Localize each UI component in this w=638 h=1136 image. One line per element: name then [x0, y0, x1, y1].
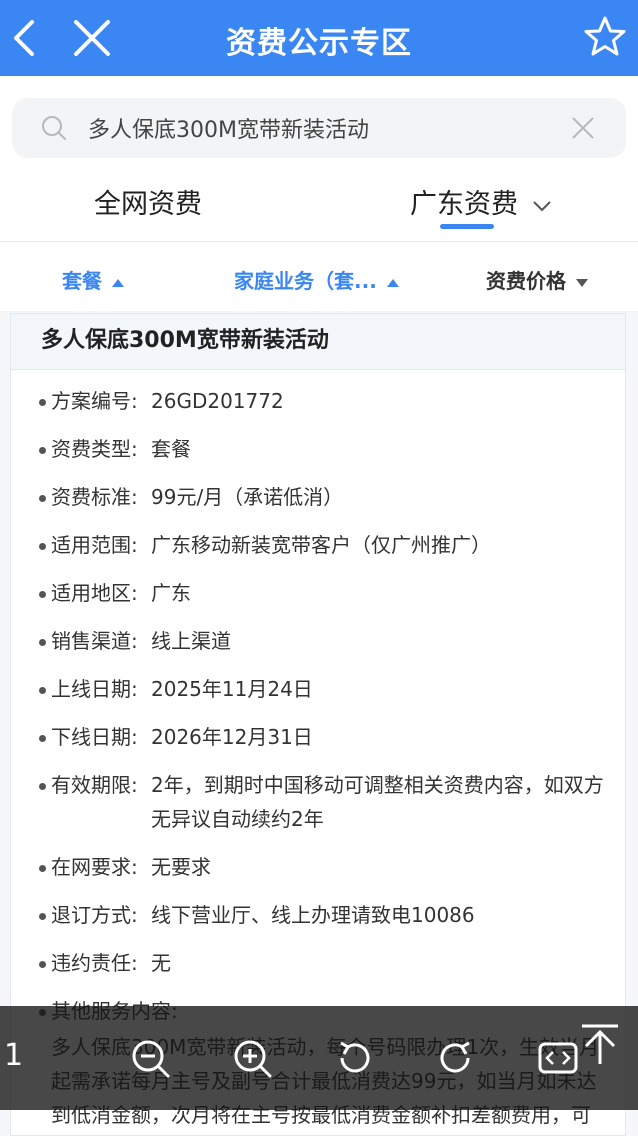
search-box	[12, 98, 626, 158]
field-value: 广东移动新装宽带客户（仅广州推广）	[151, 533, 491, 557]
tab-national[interactable]: 全网资费	[94, 182, 202, 221]
rotate-right-icon[interactable]	[434, 1036, 478, 1080]
field-value: 2年，到期时中国移动可调整相关资费内容，如双方无异议自动续约2年	[151, 773, 604, 831]
filter-package-label: 套餐	[62, 269, 102, 293]
filter-family-label: 家庭业务（套...	[234, 269, 377, 293]
clear-icon[interactable]	[570, 115, 596, 141]
field-label: 退订方式:	[51, 903, 138, 927]
bullet-icon	[39, 639, 46, 646]
field-label: 适用范围:	[51, 533, 138, 557]
star-icon[interactable]	[582, 14, 628, 60]
field-value: 无	[151, 951, 171, 975]
zoom-in-icon[interactable]	[230, 1036, 274, 1080]
filter-family[interactable]: 家庭业务（套...	[234, 265, 399, 294]
page: 资费公示专区 全网资费 广东资费 套餐 家庭业务（套...	[0, 0, 638, 1136]
sort-up-icon	[386, 278, 399, 287]
field-value: 线上渠道	[151, 629, 231, 653]
page-title: 资费公示专区	[226, 26, 412, 61]
field-value: 99元/月（承诺低消）	[151, 485, 344, 509]
bullet-icon	[39, 735, 46, 742]
bullet-icon	[39, 687, 46, 694]
field-row: 资费类型: 套餐	[11, 432, 627, 466]
field-value: 套餐	[151, 437, 191, 461]
viewer-toolbar: 1	[0, 1006, 638, 1110]
field-row: 有效期限: 2年，到期时中国移动可调整相关资费内容，如双方无异议自动续约2年	[11, 768, 627, 836]
field-label: 资费标准:	[51, 485, 138, 509]
field-row: 资费标准: 99元/月（承诺低消）	[11, 480, 627, 514]
field-label: 资费类型:	[51, 437, 138, 461]
filter-row: 套餐 家庭业务（套... 资费价格	[0, 243, 638, 311]
bullet-icon	[39, 913, 46, 920]
zoom-out-icon[interactable]	[128, 1036, 172, 1080]
field-label: 适用地区:	[51, 581, 138, 605]
chevron-down-icon	[533, 200, 551, 211]
bullet-icon	[39, 783, 46, 790]
field-row: 下线日期: 2026年12月31日	[11, 720, 627, 754]
page-number: 1	[4, 1038, 24, 1073]
field-value: 线下营业厅、线上办理请致电10086	[151, 903, 475, 927]
search-input[interactable]	[88, 108, 558, 148]
field-label: 在网要求:	[51, 855, 138, 879]
field-label: 方案编号:	[51, 389, 138, 413]
active-tab-indicator	[440, 224, 494, 229]
field-row: 在网要求: 无要求	[11, 850, 627, 884]
field-value: 2026年12月31日	[151, 725, 313, 749]
tab-guangdong-label: 广东资费	[410, 189, 518, 220]
search-icon	[42, 116, 66, 140]
field-value: 2025年11月24日	[151, 677, 313, 701]
scroll-to-top-icon[interactable]	[576, 1020, 624, 1068]
field-row: 退订方式: 线下营业厅、线上办理请致电10086	[11, 898, 627, 932]
fit-screen-icon[interactable]	[536, 1036, 580, 1080]
rotate-left-icon[interactable]	[332, 1036, 376, 1080]
field-row: 适用范围: 广东移动新装宽带客户（仅广州推广）	[11, 528, 627, 562]
tab-guangdong[interactable]: 广东资费	[410, 182, 552, 221]
bullet-icon	[39, 543, 46, 550]
bullet-icon	[39, 495, 46, 502]
field-row: 适用地区: 广东	[11, 576, 627, 610]
bullet-icon	[39, 447, 46, 454]
field-label: 上线日期:	[51, 677, 138, 701]
field-label: 违约责任:	[51, 951, 138, 975]
field-row: 上线日期: 2025年11月24日	[11, 672, 627, 706]
field-label: 有效期限:	[51, 773, 138, 797]
sort-down-icon	[576, 278, 588, 287]
bullet-icon	[39, 399, 46, 406]
filter-price-label: 资费价格	[486, 269, 566, 293]
bullet-icon	[39, 961, 46, 968]
field-label: 销售渠道:	[51, 629, 138, 653]
plan-title: 多人保底300M宽带新装活动	[11, 314, 625, 370]
field-row: 方案编号: 26GD201772	[11, 384, 627, 418]
filter-package[interactable]: 套餐	[62, 265, 124, 294]
header-bar: 资费公示专区	[0, 0, 638, 76]
region-tabs: 全网资费 广东资费	[0, 170, 638, 242]
field-row: 销售渠道: 线上渠道	[11, 624, 627, 658]
field-value: 26GD201772	[151, 389, 284, 413]
field-label: 下线日期:	[51, 725, 138, 749]
bullet-icon	[39, 591, 46, 598]
bullet-icon	[39, 865, 46, 872]
field-row: 违约责任: 无	[11, 946, 627, 980]
field-value: 广东	[151, 581, 191, 605]
field-value: 无要求	[151, 855, 211, 879]
filter-price[interactable]: 资费价格	[486, 265, 588, 294]
sort-up-icon	[112, 278, 124, 287]
